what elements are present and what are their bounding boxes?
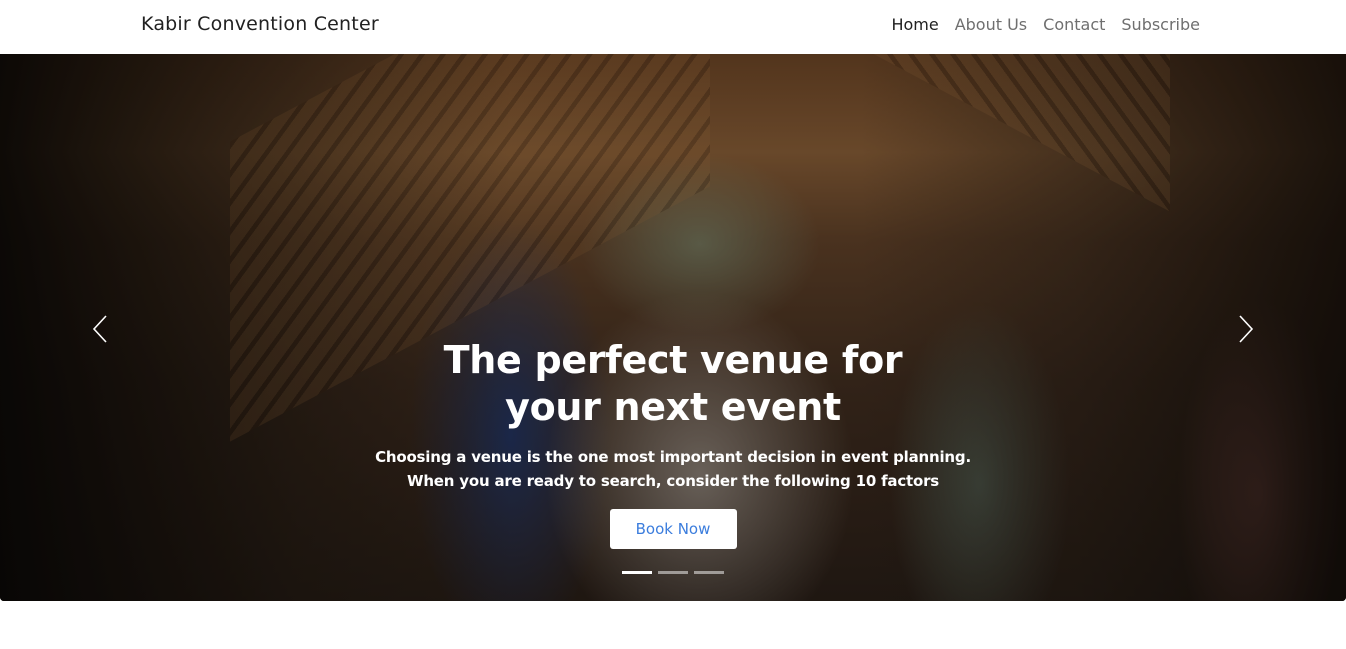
brand-logo-text[interactable]: Kabir Convention Center — [141, 13, 379, 35]
hero-subtext: Choosing a venue is the one most importa… — [375, 448, 971, 490]
carousel-indicator-2[interactable] — [658, 571, 688, 574]
hero-caption: The perfect venue for your next event Ch… — [0, 337, 1346, 549]
nav-link-contact[interactable]: Contact — [1043, 15, 1105, 34]
nav-link-about-us[interactable]: About Us — [955, 15, 1027, 34]
book-now-button[interactable]: Book Now — [609, 509, 737, 549]
hero-carousel: The perfect venue for your next event Ch… — [0, 54, 1346, 601]
carousel-indicator-3[interactable] — [694, 571, 724, 574]
navbar: Kabir Convention Center Home About Us Co… — [0, 0, 1346, 54]
carousel-indicator-1[interactable] — [622, 571, 652, 574]
nav-link-subscribe[interactable]: Subscribe — [1121, 15, 1200, 34]
main-nav: Home About Us Contact Subscribe — [891, 15, 1200, 34]
carousel-indicators — [0, 571, 1346, 574]
nav-link-home[interactable]: Home — [891, 15, 938, 34]
hero-headline: The perfect venue for your next event — [443, 338, 903, 429]
